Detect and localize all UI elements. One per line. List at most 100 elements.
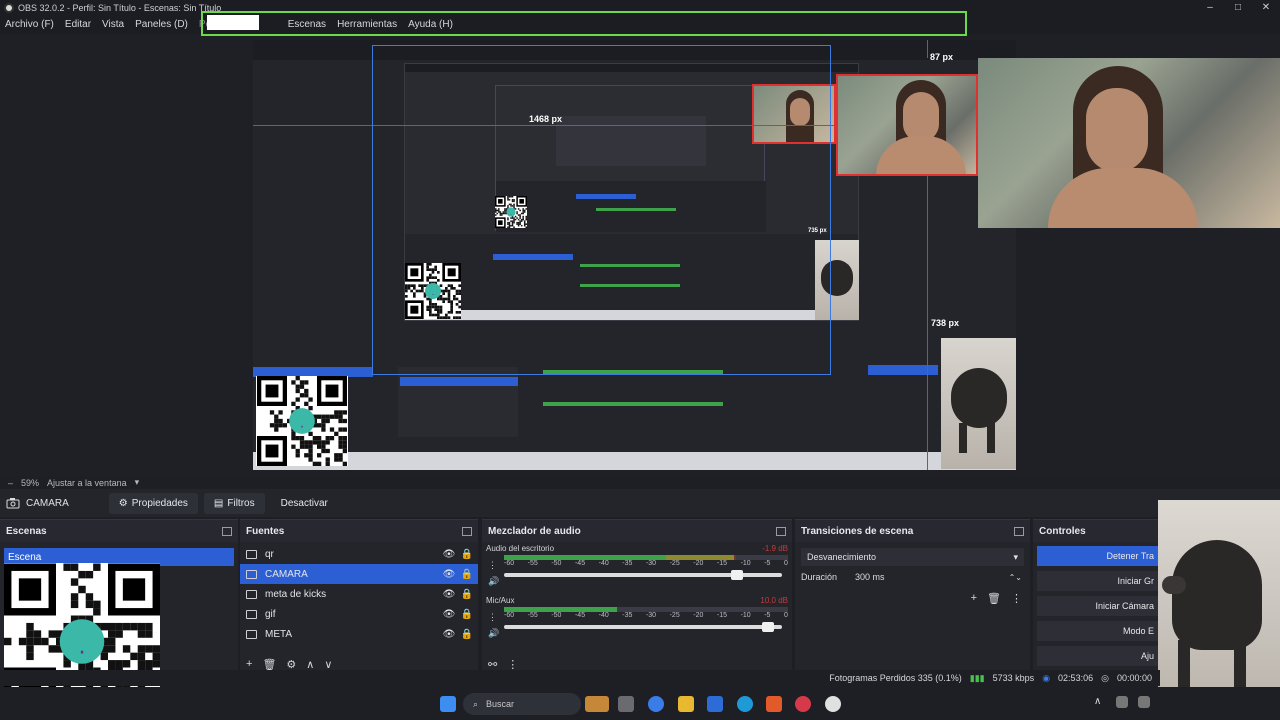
visibility-eye-icon[interactable]: 👁 [442,589,456,600]
meter-tick-label: -55 [527,560,538,567]
popout-icon[interactable] [462,526,472,536]
deactivate-label: Desactivar [280,497,328,509]
filter-icon: ▤ [213,497,224,509]
copilot-icon[interactable] [648,696,664,712]
more-icon[interactable]: ⋮ [488,560,497,571]
menu-vista[interactable]: Vista [102,19,124,30]
visibility-eye-icon[interactable]: 👁 [442,609,456,620]
popout-icon[interactable] [222,526,232,536]
task-view-icon[interactable] [618,696,634,712]
visibility-eye-icon[interactable]: 👁 [442,549,456,560]
lock-icon[interactable]: 🔒 [460,629,474,640]
lock-icon[interactable]: 🔒 [460,549,474,560]
edge-icon[interactable] [737,696,753,712]
measure-top: 1468 px [529,114,563,124]
source-item[interactable]: qr 👁 🔒 [240,544,478,564]
zoom-fit-select[interactable]: Ajustar a la ventana [47,478,127,488]
lock-icon[interactable]: 🔒 [460,589,474,600]
meter-tick-label: -5 [764,612,771,619]
volume-fader[interactable] [504,570,782,580]
control-button[interactable]: Detener Tra [1037,546,1160,566]
meter-tick-label: -25 [669,612,680,619]
trash-icon[interactable]: 🗑 [987,592,1001,605]
properties-label: Propiedades [131,497,188,509]
taskbar-search[interactable]: ⌕ Buscar [463,693,581,715]
visibility-eye-icon[interactable]: 👁 [442,569,456,580]
maximize-button[interactable]: □ [1224,0,1252,15]
fader-knob[interactable] [762,622,774,632]
visibility-eye-icon[interactable]: 👁 [442,629,456,640]
link-icon[interactable]: ⚯ [488,658,497,671]
opera-icon[interactable] [795,696,811,712]
speaker-icon[interactable]: 🔊 [488,576,499,587]
lock-icon[interactable]: 🔒 [460,569,474,580]
close-button[interactable]: ✕ [1252,0,1280,15]
meter-tick-label: -5 [764,560,771,567]
menu-ayuda[interactable]: Ayuda (H) [408,19,453,30]
control-button[interactable]: Aju [1037,646,1160,666]
duration-input[interactable]: 300 ms [855,572,885,582]
menu-paneles[interactable]: Paneles (D) [135,19,188,30]
source-item[interactable]: meta de kicks 👁 🔒 [240,584,478,604]
search-label: Buscar [486,699,515,709]
minimize-button[interactable]: – [1196,0,1224,15]
tray-icon[interactable] [1116,696,1128,708]
widget-icon[interactable] [585,696,609,712]
menu-editar[interactable]: Editar [65,19,91,30]
source-type-icon [246,629,257,639]
more-icon[interactable]: ⋮ [488,612,497,623]
menu-escenas[interactable]: Escenas [288,19,326,30]
move-down-icon[interactable]: ∨ [324,658,332,671]
control-button[interactable]: Iniciar Gr [1037,571,1160,591]
source-item[interactable]: META 👁 🔒 [240,624,478,644]
bitrate: 5733 kbps [992,673,1035,683]
chevron-down-icon[interactable]: ▾ [135,477,140,488]
menu-archivo[interactable]: Archivo (F) [5,19,54,30]
filters-button[interactable]: ▤ Filtros [203,492,265,514]
qr-code-image: · [256,376,348,466]
more-icon[interactable]: ⋮ [1011,592,1022,605]
volume-fader[interactable] [504,622,782,632]
control-button[interactable]: Iniciar Cámara [1037,596,1160,616]
speaker-icon[interactable]: 🔊 [488,628,499,639]
store-icon[interactable] [707,696,723,712]
control-button[interactable]: Modo E [1037,621,1160,641]
camera-feed-main [978,58,1280,228]
meter-tick-label: -25 [669,560,680,567]
tray-chevron-icon[interactable]: ∧ [1094,696,1106,708]
obs-taskbar-icon[interactable] [825,696,841,712]
windows-start-icon[interactable] [440,696,456,712]
properties-button[interactable]: ⚙ Propiedades [108,492,198,514]
popout-icon[interactable] [776,526,786,536]
popout-icon[interactable] [1014,526,1024,536]
guide-line-top [927,40,928,58]
transitions-dock: Transiciones de escena Desvanecimiento ▾ … [795,519,1030,679]
add-transition-icon[interactable]: + [971,592,977,605]
lock-icon[interactable]: 🔒 [460,609,474,620]
source-item[interactable]: gif 👁 🔒 [240,604,478,624]
audio-mixer-dock: Mezclador de audio Audio del escritorio -… [482,519,792,679]
source-label: gif [265,608,276,620]
menu-herramientas[interactable]: Herramientas [337,19,397,30]
move-up-icon[interactable]: ∧ [306,658,314,671]
source-item[interactable]: CAMARA 👁 🔒 [240,564,478,584]
deactivate-button[interactable]: Desactivar [271,493,338,514]
file-explorer-icon[interactable] [678,696,694,712]
brave-icon[interactable] [766,696,782,712]
source-label: qr [265,548,274,560]
trash-icon[interactable]: 🗑 [262,658,276,671]
transition-select[interactable]: Desvanecimiento ▾ [801,548,1024,566]
meter-tick-label: -30 [645,612,657,619]
network-icon[interactable] [1138,696,1150,708]
more-icon[interactable]: ⋮ [507,658,518,671]
gear-icon[interactable]: ⚙ [286,658,296,671]
add-icon[interactable]: + [246,658,252,670]
selected-source-outline[interactable] [836,74,978,176]
zoom-bar: – 59% Ajustar a la ventana ▾ [0,476,1280,489]
zoom-level[interactable]: 59% [21,478,39,488]
stepper-icon[interactable]: ⌃⌄ [1009,573,1022,582]
window-title-bar: OBS 32.0.2 - Perfil: Sin Título - Escena… [0,0,1280,15]
fader-knob[interactable] [731,570,744,580]
channel-db: 10.0 dB [760,596,788,605]
meter-tick-label: -40 [598,560,609,567]
